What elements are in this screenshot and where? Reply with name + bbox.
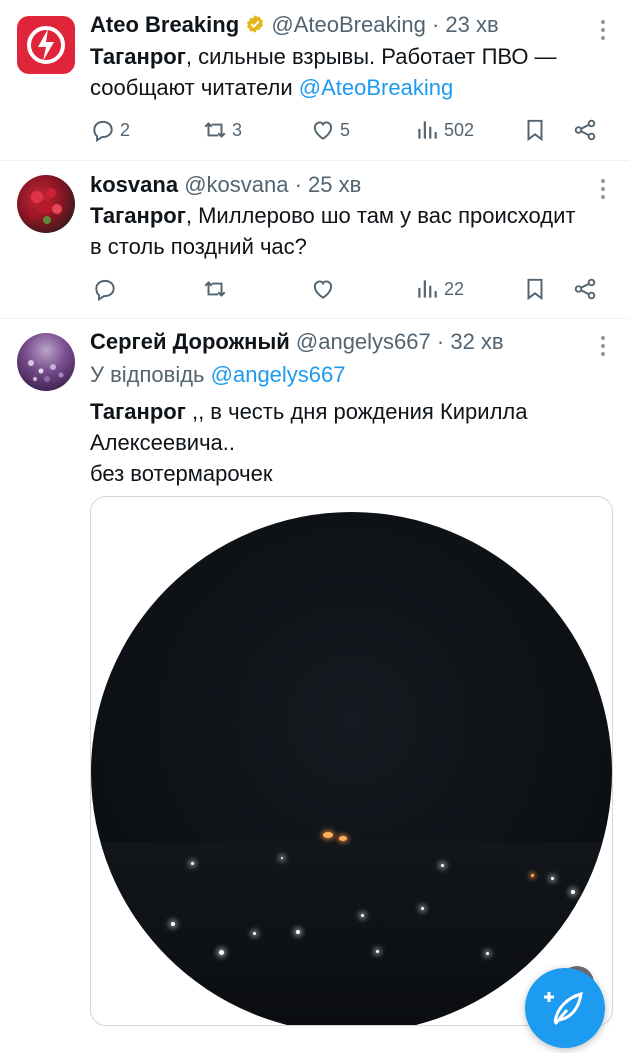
mention-link[interactable]: @AteoBreaking [299, 75, 453, 100]
hashtag-bold: Таганрог [90, 203, 186, 228]
retweet-icon [204, 281, 226, 297]
city-light [531, 874, 534, 877]
views-button[interactable]: 502 [414, 115, 474, 145]
like-button[interactable]: 5 [310, 115, 350, 145]
city-light [571, 890, 575, 894]
heart-icon [313, 121, 333, 140]
city-light [551, 877, 554, 880]
share-icon [574, 278, 596, 300]
tweet-text-line1: ,, в честь дня рождения Кирилла [185, 399, 528, 424]
tweet-1[interactable]: Ateo Breaking @AteoBreaking · 23 хв Тага… [0, 0, 629, 160]
tweet-2[interactable]: kosvana @kosvana · 25 хв Таганрог, Милле… [0, 161, 629, 319]
city-light [191, 862, 194, 865]
reply-button[interactable] [92, 274, 118, 304]
display-name[interactable]: Сергей Дорожный [90, 329, 290, 354]
more-options-icon[interactable] [601, 179, 607, 203]
handle[interactable]: @kosvana [184, 172, 288, 197]
share-button[interactable] [572, 115, 598, 145]
reply-icon [95, 279, 115, 302]
views-icon [418, 121, 437, 139]
timestamp[interactable]: 25 хв [308, 172, 361, 197]
avatar[interactable] [17, 16, 75, 74]
heart-icon [313, 280, 333, 299]
tweet-text: Таганрог ,, в честь дня рождения Кирилла… [90, 396, 527, 489]
share-button[interactable] [572, 274, 598, 304]
compose-icon [544, 991, 583, 1025]
tweet-text: Таганрог, Миллерово шо там у вас происхо… [90, 200, 575, 262]
avatar-image [28, 360, 64, 382]
tweet-text-line3: без вотермарочек [90, 461, 273, 486]
handle[interactable]: @AteoBreaking [271, 12, 425, 37]
more-options-icon[interactable] [601, 336, 607, 360]
reply-icon [93, 120, 113, 143]
reply-prefix: У відповідь [90, 362, 211, 387]
tweet-text-line2: сообщают читатели [90, 75, 299, 100]
reply-mention-link[interactable]: @angelys667 [211, 362, 346, 387]
more-options-icon[interactable] [601, 20, 607, 44]
explosion-glow [339, 836, 347, 841]
views-icon [418, 280, 437, 298]
tweet-text-line1: , сильные взрывы. Работает ПВО — [185, 44, 557, 69]
city-light [486, 952, 489, 955]
share-icon [574, 119, 596, 141]
separator-dot: · [431, 12, 440, 37]
bookmark-button[interactable] [522, 274, 548, 304]
retweet-icon [204, 122, 226, 138]
city-light [376, 950, 379, 953]
tweet-text-line1: , Миллерово шо там у вас происходит [185, 203, 576, 228]
hashtag-bold: Таганрог [90, 44, 186, 69]
verified-badge-icon [247, 15, 264, 33]
action-bar: 22 [90, 274, 610, 304]
timestamp[interactable]: 32 хв [450, 329, 503, 354]
video-frame[interactable] [91, 512, 612, 1025]
tweet-header: kosvana @kosvana · 25 хв [90, 171, 361, 199]
city-light [281, 857, 283, 859]
avatar-image [28, 188, 62, 224]
handle[interactable]: @angelys667 [296, 329, 431, 354]
city-light [296, 930, 300, 934]
like-count: 5 [340, 119, 351, 140]
reply-count: 2 [120, 119, 131, 140]
bookmark-icon [527, 278, 543, 301]
timestamp[interactable]: 23 хв [445, 12, 498, 37]
city-light [361, 914, 364, 917]
tweet-text-line2: Алексеевича.. [90, 430, 235, 455]
retweet-button[interactable] [202, 274, 228, 304]
reply-context: У відповідь @angelys667 [90, 361, 346, 389]
avatar[interactable] [17, 333, 75, 391]
hashtag-bold: Таганрог [90, 399, 186, 424]
separator-dot: · [294, 172, 302, 197]
tweet-text: Таганрог, сильные взрывы. Работает ПВО —… [90, 41, 557, 103]
lightning-icon [27, 26, 65, 64]
separator-dot: · [436, 329, 445, 354]
avatar[interactable] [17, 175, 75, 233]
city-light [219, 950, 224, 955]
compose-button[interactable] [525, 968, 605, 1048]
reply-button[interactable]: 2 [90, 115, 130, 145]
tweet-header: Сергей Дорожный @angelys667 · 32 хв [90, 328, 504, 356]
like-button[interactable] [310, 274, 336, 304]
city-light [441, 864, 444, 867]
view-count: 22 [444, 278, 465, 299]
tweet-text-line2: в столь поздний час? [90, 234, 307, 259]
bookmark-button[interactable] [522, 115, 548, 145]
view-count: 502 [444, 119, 475, 140]
display-name[interactable]: kosvana [90, 172, 178, 197]
explosion-glow [323, 832, 333, 838]
retweet-count: 3 [232, 119, 243, 140]
city-light [253, 932, 256, 935]
bookmark-icon [527, 119, 543, 142]
views-button[interactable]: 22 [414, 274, 464, 304]
media-video[interactable] [90, 496, 613, 1026]
action-bar: 2 3 5 502 [90, 115, 610, 145]
display-name[interactable]: Ateo Breaking [90, 12, 239, 37]
tweet-header: Ateo Breaking @AteoBreaking · 23 хв [90, 11, 499, 39]
city-light [171, 922, 175, 926]
retweet-button[interactable]: 3 [202, 115, 242, 145]
city-light [421, 907, 424, 910]
